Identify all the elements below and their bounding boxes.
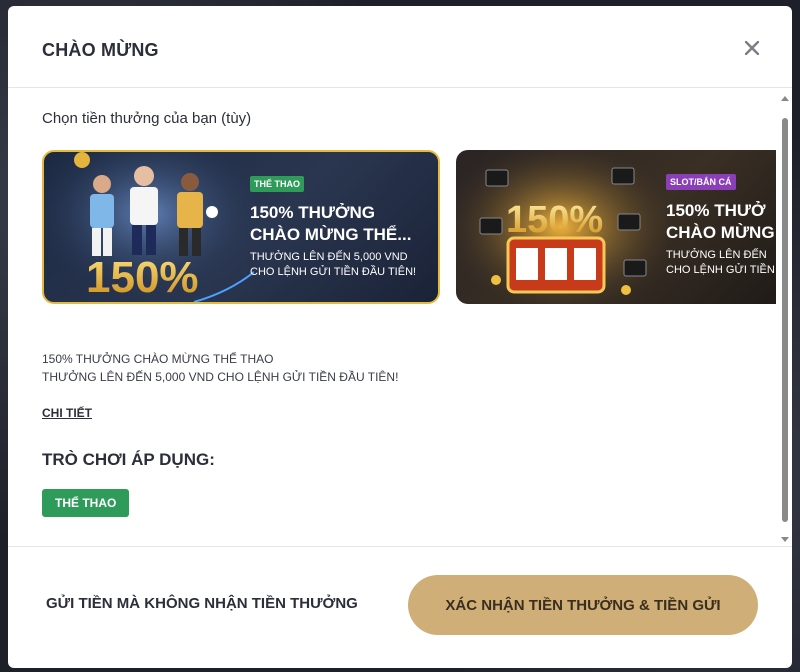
svg-text:150%: 150% [86,253,199,302]
deposit-without-bonus-button[interactable]: GỬI TIỀN MÀ KHÔNG NHẬN TIỀN THƯỞNG [46,595,358,612]
game-tag-sports: THỂ THAO [42,489,130,517]
scroll-thumb[interactable] [782,118,788,522]
card-subtitle: THƯỞNG LÊN ĐẾN CHO LỆNH GỬI TIỀN [666,249,775,276]
card-title: 150% THƯỞNG CHÀO MỪNG THỂ... [250,203,412,244]
card-badge-slot: SLOT/BẮN CÁ [666,174,736,190]
welcome-modal: CHÀO MỪNG Chọn tiền thưởng của bạn (tùy) [8,6,792,668]
card-title: 150% THƯỞ CHÀO MỪNG [666,201,775,242]
modal-title: CHÀO MỪNG [42,40,159,60]
bonus-section-label: Chọn tiền thưởng của bạn (tùy) [42,110,252,127]
confirm-bonus-deposit-button[interactable]: XÁC NHẬN TIỀN THƯỞNG & TIỀN GỬI [408,575,758,635]
card-subtitle: THƯỞNG LÊN ĐẾN 5,000 VND CHO LỆNH GỬI TI… [250,251,417,278]
details-link[interactable]: CHI TIẾT [42,406,92,420]
slot-promo-art: 150% [456,150,666,304]
bonus-card-sports[interactable]: 150% THỂ THAO 150% THƯỞNG CHÀO MỪNG THỂ.… [42,150,440,304]
scroll-down-icon[interactable] [781,537,789,542]
close-button[interactable] [740,36,764,60]
modal-header: CHÀO MỪNG [8,6,792,88]
bonus-description: 150% THƯỞNG CHÀO MỪNG THỂ THAO THƯỞNG LÊ… [42,352,399,384]
modal-footer: GỬI TIỀN MÀ KHÔNG NHẬN TIỀN THƯỞNG XÁC N… [8,546,792,668]
svg-text:150%: 150% [506,199,603,241]
close-icon [745,41,759,55]
card-badge-sports: THỂ THAO [250,176,304,192]
scroll-up-icon[interactable] [781,96,789,101]
modal-body: Chọn tiền thưởng của bạn (tùy) 150% THỂ … [8,88,778,546]
sports-promo-art: 150% [44,152,254,302]
applicable-games-title: TRÒ CHƠI ÁP DỤNG: [42,450,215,469]
scrollbar[interactable] [780,94,790,544]
bonus-card-slot[interactable]: 150% SLOT/BẮN CÁ 150% THƯỞ CHÀO MỪNG THƯ… [456,150,776,304]
